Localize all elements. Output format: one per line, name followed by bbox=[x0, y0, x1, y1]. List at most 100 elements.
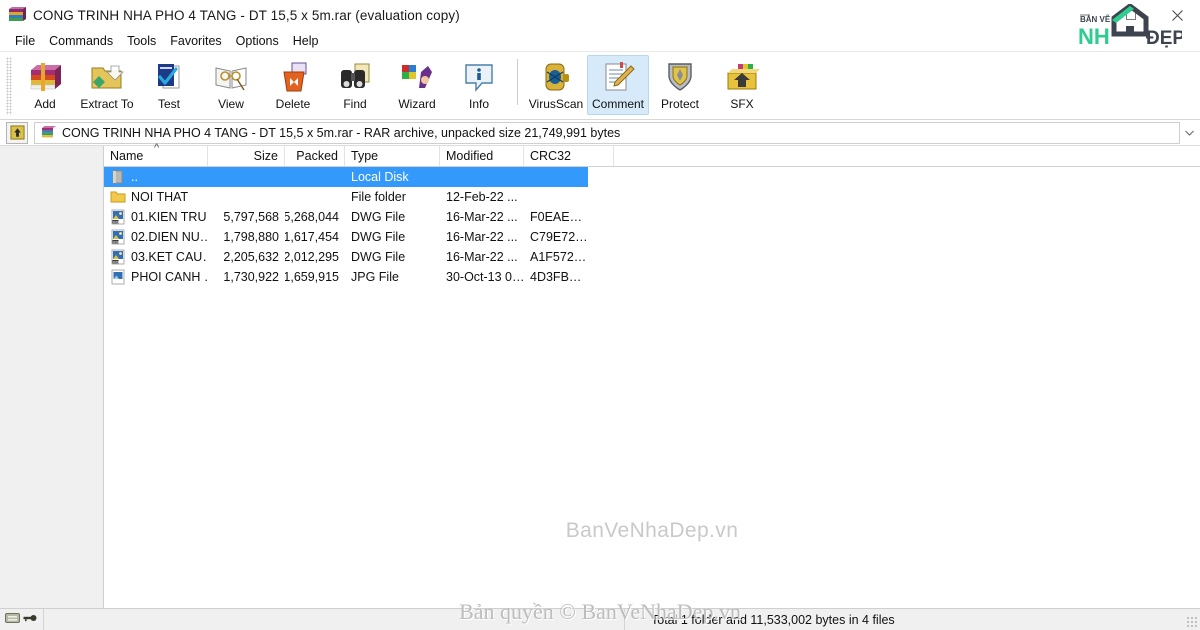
cell-crc32: C79E72… bbox=[530, 230, 588, 244]
column-header-packed[interactable]: Packed bbox=[285, 146, 345, 166]
table-row[interactable]: DWG 01.KIEN TRU… 5,797,568 5,268,044 DWG… bbox=[104, 207, 1200, 227]
cell-crc32: 4D3FB… bbox=[530, 270, 582, 284]
menu-item-options[interactable]: Options bbox=[229, 32, 286, 50]
table-row[interactable]: NOI THAT File folder 12-Feb-22 ... bbox=[104, 187, 1200, 207]
jpg-file-icon bbox=[110, 269, 126, 285]
title-bar: CONG TRINH NHA PHO 4 TANG - DT 15,5 x 5m… bbox=[0, 0, 1200, 49]
menu-item-tools[interactable]: Tools bbox=[120, 32, 163, 50]
test-check-icon bbox=[151, 60, 187, 94]
chevron-down-icon[interactable] bbox=[1180, 120, 1198, 145]
archive-path-field[interactable]: CONG TRINH NHA PHO 4 TANG - DT 15,5 x 5m… bbox=[34, 121, 1180, 144]
toolbar-button-virusscan[interactable]: VirusScan bbox=[525, 55, 587, 115]
cell-modified: 16-Mar-22 ... bbox=[446, 230, 518, 244]
cell-size: 2,205,632 bbox=[223, 250, 279, 264]
toolbar-button-protect[interactable]: Protect bbox=[649, 55, 711, 115]
table-row[interactable]: DWG 03.KET CAU…. 2,205,632 2,012,295 DWG… bbox=[104, 247, 1200, 267]
toolbar-label-comment: Comment bbox=[591, 97, 644, 111]
toolbar-button-view[interactable]: View bbox=[200, 55, 262, 115]
toolbar-button-test[interactable]: Test bbox=[138, 55, 200, 115]
column-header-type[interactable]: Type bbox=[345, 146, 440, 166]
cell-type: DWG File bbox=[351, 230, 406, 244]
toolbar-label-extract-to: Extract To bbox=[80, 97, 134, 111]
winrar-window: CONG TRINH NHA PHO 4 TANG - DT 15,5 x 5m… bbox=[0, 0, 1200, 630]
view-book-icon bbox=[213, 60, 249, 94]
archive-path-text: CONG TRINH NHA PHO 4 TANG - DT 15,5 x 5m… bbox=[62, 125, 621, 140]
disk-icon bbox=[5, 611, 20, 629]
toolbar-grip[interactable] bbox=[6, 57, 12, 115]
status-icons bbox=[0, 608, 44, 630]
toolbar-label-virusscan: VirusScan bbox=[528, 97, 584, 111]
cell-name-text: 01.KIEN TRU… bbox=[131, 210, 208, 224]
column-header-modified[interactable]: Modified bbox=[440, 146, 524, 166]
menu-item-help[interactable]: Help bbox=[286, 32, 326, 50]
menu-item-commands[interactable]: Commands bbox=[42, 32, 120, 50]
toolbar-button-extract-to[interactable]: Extract To bbox=[76, 55, 138, 115]
virusscan-bug-icon bbox=[538, 60, 574, 94]
cell-modified: 30-Oct-13 0… bbox=[446, 270, 524, 284]
watermark-center: BanVeNhaDep.vn bbox=[565, 519, 739, 542]
cell-packed: 1,617,454 bbox=[285, 230, 339, 244]
toolbar-button-wizard[interactable]: Wizard bbox=[386, 55, 448, 115]
parent-folder-icon bbox=[110, 169, 126, 185]
protect-shield-icon bbox=[662, 60, 698, 94]
toolbar-button-delete[interactable]: Delete bbox=[262, 55, 324, 115]
cell-packed: 2,012,295 bbox=[285, 250, 339, 264]
dwg-file-icon: DWG bbox=[110, 249, 126, 265]
file-rows: .. Local Disk NOI THAT File folder 12-Fe… bbox=[104, 167, 1200, 608]
maximize-button[interactable] bbox=[1108, 0, 1154, 30]
folder-icon bbox=[110, 189, 126, 205]
column-header-row: Name ^ Size Packed Type Modified CRC32 bbox=[104, 143, 1200, 167]
cell-type: Local Disk bbox=[351, 170, 409, 184]
cell-size: 1,798,880 bbox=[223, 230, 279, 244]
toolbar-button-info[interactable]: Info bbox=[448, 55, 510, 115]
add-archive-icon bbox=[27, 60, 63, 94]
info-balloon-icon bbox=[461, 60, 497, 94]
window-title: CONG TRINH NHA PHO 4 TANG - DT 15,5 x 5m… bbox=[33, 7, 460, 23]
cell-modified: 12-Feb-22 ... bbox=[446, 190, 518, 204]
toolbar-label-add: Add bbox=[34, 97, 56, 111]
toolbar-button-add[interactable]: Add bbox=[14, 55, 76, 115]
up-folder-button[interactable] bbox=[6, 121, 28, 144]
folder-tree-panel[interactable] bbox=[0, 146, 104, 608]
cell-modified: 16-Mar-22 ... bbox=[446, 210, 518, 224]
toolbar-label-view: View bbox=[218, 97, 244, 111]
toolbar-button-find[interactable]: Find bbox=[324, 55, 386, 115]
cell-packed: 5,268,044 bbox=[285, 210, 339, 224]
cell-name: NOI THAT bbox=[104, 189, 208, 205]
find-binoculars-icon bbox=[337, 60, 373, 94]
cell-size: 5,797,568 bbox=[223, 210, 279, 224]
toolbar-button-comment[interactable]: Comment bbox=[587, 55, 649, 115]
cell-name: DWG 03.KET CAU…. bbox=[104, 249, 208, 265]
menu-item-favorites[interactable]: Favorites bbox=[163, 32, 228, 50]
sfx-box-icon bbox=[724, 60, 760, 94]
svg-text:DWG: DWG bbox=[113, 220, 121, 224]
table-row[interactable]: .. Local Disk bbox=[104, 167, 1200, 187]
file-list-panel: Name ^ Size Packed Type Modified CRC32 .… bbox=[104, 143, 1200, 608]
table-row[interactable]: DWG 02.DIEN NU… 1,798,880 1,617,454 DWG … bbox=[104, 227, 1200, 247]
window-controls bbox=[1062, 0, 1200, 30]
address-bar: CONG TRINH NHA PHO 4 TANG - DT 15,5 x 5m… bbox=[0, 120, 1200, 146]
cell-name-text: PHOI CANH … bbox=[131, 270, 208, 284]
cell-name-text: NOI THAT bbox=[131, 190, 189, 204]
column-header-size[interactable]: Size bbox=[208, 146, 285, 166]
dwg-file-icon: DWG bbox=[110, 209, 126, 225]
column-header-crc32[interactable]: CRC32 bbox=[524, 146, 614, 166]
column-header-name[interactable]: Name ^ bbox=[104, 143, 208, 166]
menu-item-file[interactable]: File bbox=[8, 32, 42, 50]
cell-type: File folder bbox=[351, 190, 406, 204]
cell-name: .. bbox=[104, 169, 208, 185]
comment-pencil-icon bbox=[600, 60, 636, 94]
toolbar-label-protect: Protect bbox=[660, 97, 699, 111]
close-button[interactable] bbox=[1154, 0, 1200, 30]
toolbar-button-sfx[interactable]: SFX bbox=[711, 55, 773, 115]
toolbar-label-find: Find bbox=[343, 97, 367, 111]
cell-name: DWG 02.DIEN NU… bbox=[104, 229, 208, 245]
toolbar-separator bbox=[517, 59, 518, 105]
table-row[interactable]: PHOI CANH … 1,730,922 1,659,915 JPG File… bbox=[104, 267, 1200, 287]
minimize-button[interactable] bbox=[1062, 0, 1108, 30]
resize-grip[interactable] bbox=[1186, 616, 1198, 628]
dwg-file-icon: DWG bbox=[110, 229, 126, 245]
toolbar-label-delete: Delete bbox=[275, 97, 311, 111]
status-spacer bbox=[44, 608, 625, 630]
cell-name-text: 03.KET CAU…. bbox=[131, 250, 208, 264]
